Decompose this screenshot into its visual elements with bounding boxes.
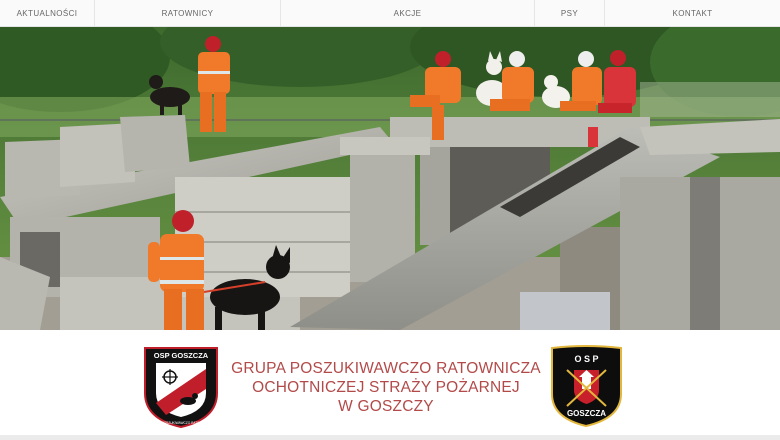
osp-shield-icon: O S P GOSZCZA — [551, 345, 622, 428]
logo-left-top-text: OSP GOSZCZA — [154, 351, 209, 360]
logo-right-bottom-text: GOSZCZA — [567, 409, 606, 418]
nav-item-aktualnosci[interactable]: AKTUALNOŚCI — [0, 0, 95, 27]
nav-item-akcje[interactable]: AKCJE — [281, 0, 535, 27]
logo-right-top-text: O S P — [574, 354, 598, 364]
organization-title-line-2: OCHOTNICZEJ STRAŻY POŻARNEJ — [252, 379, 520, 396]
hero-photo — [0, 27, 780, 330]
osp-goszcza-shield-logo[interactable]: O S P GOSZCZA — [549, 344, 624, 428]
top-navigation: AKTUALNOŚCI RATOWNICY AKCJE PSY KONTAKT — [0, 0, 780, 27]
nav-item-kontakt[interactable]: KONTAKT — [605, 0, 780, 27]
nav-item-ratownicy[interactable]: RATOWNICY — [95, 0, 281, 27]
logo-left-ring-text: GRUPA POSZUKIWAWCZO RATOWNICZA — [150, 421, 213, 425]
brand-bar: OSP GOSZCZA GRUPA POSZUKIWAWCZO RATOWNIC… — [0, 330, 780, 440]
nav-item-psy[interactable]: PSY — [535, 0, 605, 27]
osp-badge-icon: OSP GOSZCZA GRUPA POSZUKIWAWCZO RATOWNIC… — [144, 347, 218, 429]
organization-title: GRUPA POSZUKIWAWCZO RATOWNICZA OCHOTNICZ… — [222, 359, 550, 416]
osp-goszcza-badge-logo[interactable]: OSP GOSZCZA GRUPA POSZUKIWAWCZO RATOWNIC… — [142, 345, 220, 429]
hero-photo-illustration — [0, 27, 780, 330]
organization-title-line-1: GRUPA POSZUKIWAWCZO RATOWNICZA — [231, 360, 541, 377]
organization-title-line-3: W GOSZCZY — [338, 398, 434, 415]
footer-strip — [0, 435, 780, 440]
